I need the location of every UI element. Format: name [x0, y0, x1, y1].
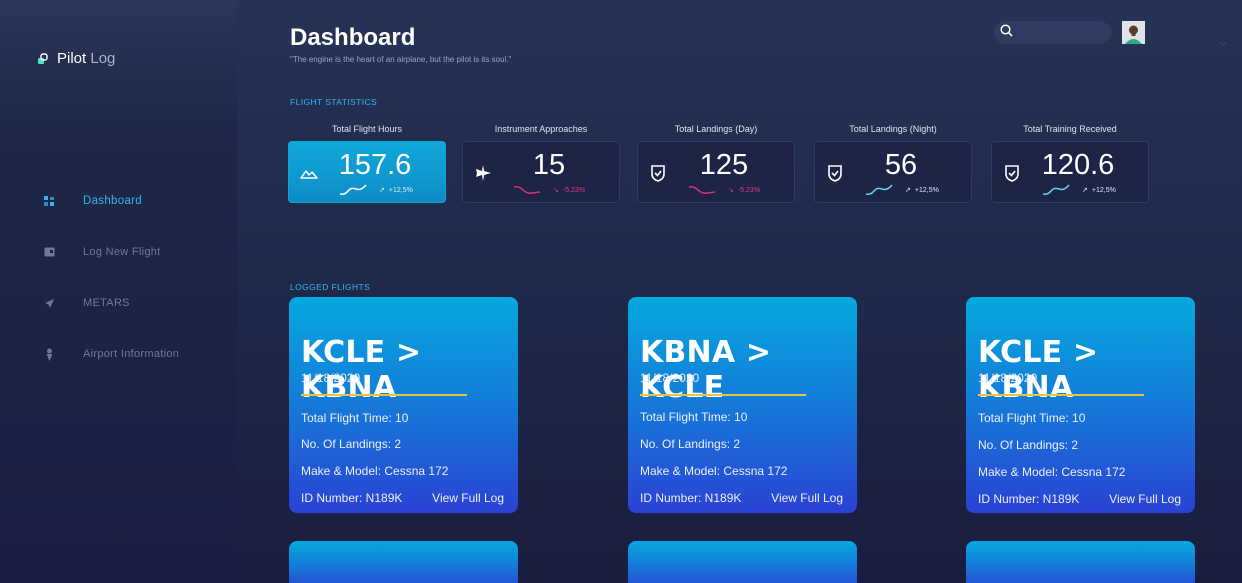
sparkline: [513, 186, 541, 194]
arrow-up-icon: ↗: [905, 187, 911, 194]
stat-card[interactable]: 120.6 ↗ +12,5%: [991, 141, 1149, 203]
flight-make-model: Make & Model: Cessna 172: [640, 464, 788, 478]
grid-icon: [43, 195, 55, 207]
flight-statistics-label: FLIGHT STATISTICS: [290, 97, 378, 107]
search-bar[interactable]: [994, 21, 1111, 44]
stat-card[interactable]: 15 ↘ -5.23%: [462, 141, 620, 203]
stat-card[interactable]: 125 ↘ -5.23%: [637, 141, 795, 203]
flight-card[interactable]: [628, 541, 857, 583]
stat-title: Total Flight Hours: [331, 124, 403, 134]
arrow-down-icon: ↘: [553, 187, 559, 194]
stat-total-landings-day[interactable]: Total Landings (Day) 125 ↘ -5.23%: [637, 124, 795, 203]
stat-title: Total Training Received: [1023, 124, 1117, 134]
chevron-down-icon[interactable]: [1219, 33, 1227, 51]
flight-date: 11/18/2020: [978, 371, 1038, 385]
view-full-log-link[interactable]: View Full Log: [1109, 492, 1181, 506]
logbook-icon: [43, 246, 55, 258]
sidebar-item-dashboard[interactable]: Dashboard: [43, 190, 179, 212]
flight-make-model: Make & Model: Cessna 172: [978, 465, 1126, 479]
search-icon: [1000, 23, 1013, 42]
logged-flights-label: LOGGED FLIGHTS: [290, 282, 371, 292]
stat-card[interactable]: 56 ↗ +12,5%: [814, 141, 972, 203]
arrow-down-icon: ↘: [728, 187, 734, 194]
flight-date: 11/18/2020: [301, 371, 361, 385]
location-pin-icon: [43, 348, 55, 361]
sidebar-nav: Dashboard Log New Flight METARS Airport …: [43, 190, 179, 394]
arrow-up-icon: ↗: [1082, 187, 1088, 194]
app-name-secondary: Log: [90, 50, 116, 67]
paper-plane-icon: [43, 297, 55, 309]
app-name-primary: Pilot: [57, 50, 87, 67]
stat-change-value: +12,5%: [388, 186, 413, 194]
sidebar-item-airport-information[interactable]: Airport Information: [43, 343, 179, 365]
view-full-log-link[interactable]: View Full Log: [771, 491, 843, 505]
stat-total-landings-night[interactable]: Total Landings (Night) 56 ↗ +12,5%: [814, 124, 972, 203]
stat-title: Total Landings (Night): [849, 124, 937, 134]
sparkline: [688, 186, 716, 194]
divider: [640, 394, 806, 396]
sidebar: Pilot Log Dashboard Log New Flight METAR…: [0, 0, 237, 583]
app-logo[interactable]: Pilot Log: [37, 50, 115, 67]
stat-change: ↗ +12,5%: [1082, 186, 1116, 195]
flight-card[interactable]: [966, 541, 1195, 583]
flight-time: Total Flight Time: 10: [640, 410, 748, 424]
stat-title: Total Landings (Day): [674, 124, 758, 134]
stat-change: ↘ -5.23%: [553, 186, 586, 195]
stat-value: 120.6: [1041, 149, 1115, 181]
stat-value: 15: [532, 149, 566, 181]
page-title: Dashboard: [290, 24, 416, 51]
flight-landings: No. Of Landings: 2: [978, 438, 1079, 452]
stat-total-flight-hours[interactable]: Total Flight Hours 157.6 ↗ +12,5%: [288, 124, 446, 203]
stat-title: Instrument Approaches: [494, 124, 588, 134]
stat-instrument-approaches[interactable]: Instrument Approaches 15 ↘ -5.23%: [462, 124, 620, 203]
sparkline: [339, 184, 367, 195]
flight-time: Total Flight Time: 10: [978, 411, 1086, 425]
stat-change-value: -5.23%: [737, 186, 761, 194]
flight-id-number: ID Number: N189K: [640, 491, 742, 505]
sidebar-item-label: METARS: [83, 297, 130, 309]
flight-card[interactable]: KBNA > KCLE 11/18/2020 Total Flight Time…: [628, 297, 857, 513]
flight-id-number: ID Number: N189K: [978, 492, 1080, 506]
flight-date: 11/18/2020: [640, 371, 700, 385]
flight-card[interactable]: [289, 541, 518, 583]
stat-total-training-received[interactable]: Total Training Received 120.6 ↗ +12,5%: [991, 124, 1149, 203]
view-full-log-link[interactable]: View Full Log: [432, 491, 504, 505]
flight-time: Total Flight Time: 10: [301, 411, 409, 425]
flight-card[interactable]: KCLE > KBNA 11/18/2020 Total Flight Time…: [966, 297, 1195, 513]
flight-id-number: ID Number: N189K: [301, 491, 403, 505]
sidebar-item-label: Airport Information: [83, 348, 180, 360]
stat-card[interactable]: 157.6 ↗ +12,5%: [288, 141, 446, 203]
page-quote: "The engine is the heart of an airplane,…: [290, 55, 512, 64]
flight-landings: No. Of Landings: 2: [640, 437, 741, 451]
stat-value: 157.6: [338, 149, 412, 181]
sidebar-item-label: Dashboard: [83, 195, 142, 207]
divider: [301, 394, 467, 396]
sidebar-item-label: Log New Flight: [83, 246, 161, 258]
stat-change: ↘ -5.23%: [728, 186, 761, 195]
stat-value: 56: [884, 149, 918, 181]
divider: [978, 394, 1144, 396]
flight-card[interactable]: KCLE > KBNA 11/18/2020 Total Flight Time…: [289, 297, 518, 513]
arrow-up-icon: ↗: [379, 187, 385, 194]
stat-change-value: +12,5%: [1091, 186, 1116, 194]
stat-change: ↗ +12,5%: [379, 186, 413, 195]
avatar[interactable]: [1122, 21, 1145, 44]
sparkline: [1042, 184, 1070, 195]
stat-value: 125: [699, 149, 749, 181]
stat-change-value: +12,5%: [914, 186, 939, 194]
stat-change: ↗ +12,5%: [905, 186, 939, 195]
sparkline: [865, 184, 893, 195]
flight-make-model: Make & Model: Cessna 172: [301, 464, 449, 478]
pilot-log-icon: [37, 52, 49, 66]
flight-landings: No. Of Landings: 2: [301, 437, 402, 451]
search-input[interactable]: [1017, 27, 1107, 38]
sidebar-item-log-new-flight[interactable]: Log New Flight: [43, 241, 179, 263]
sidebar-item-metars[interactable]: METARS: [43, 292, 179, 314]
stat-change-value: -5.23%: [562, 186, 586, 194]
